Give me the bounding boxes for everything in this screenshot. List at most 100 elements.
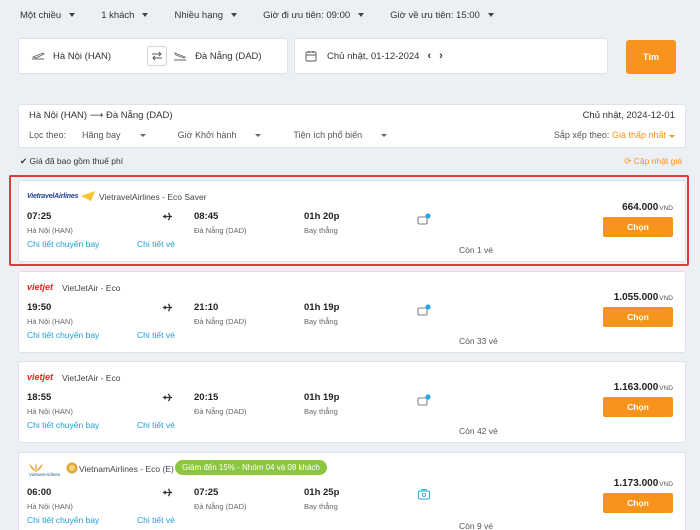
flight-duration: 01h 25p <box>304 487 340 498</box>
cabin-select[interactable]: Nhiều hạng <box>174 9 238 21</box>
origin-field[interactable]: Hà Nội (HAN) <box>19 51 111 62</box>
flight-duration: 01h 19p <box>304 302 340 313</box>
arrival-place: Đà Nẵng (DAD) <box>194 407 247 416</box>
arrival-time: 21:10 <box>194 302 219 313</box>
flight-card[interactable]: vietjet VietJetAir - Eco 19:50 Hà Nội (H… <box>18 271 686 353</box>
cabin-label: Nhiều hạng <box>174 9 224 21</box>
choose-button[interactable]: Chọn <box>603 493 673 513</box>
plane-icon <box>162 488 173 497</box>
destination-value: Đà Nẵng (DAD) <box>195 50 262 62</box>
swap-button[interactable] <box>147 46 168 66</box>
departure-place: Hà Nội (HAN) <box>27 407 73 416</box>
price: 1.163.000VND <box>614 382 673 393</box>
passengers-select[interactable]: 1 khách <box>101 9 149 21</box>
results-header: Hà Nội (HAN) ⟶ Đà Nẵng (DAD) Chủ nhật, 2… <box>18 104 686 148</box>
trip-type-select[interactable]: Một chiều <box>20 10 76 21</box>
outbound-time-label: Giờ đi ưu tiên: 09:00 <box>263 9 351 21</box>
results-date: Chủ nhật, 2024-12-01 <box>582 110 675 121</box>
arrival-time: 20:15 <box>194 392 219 403</box>
departure-time: 19:50 <box>27 302 52 313</box>
chevron-down-icon <box>381 134 388 138</box>
chevron-down-icon <box>358 13 365 17</box>
chevron-down-icon <box>139 134 146 138</box>
return-time-label: Giờ về ưu tiên: 15:00 <box>390 9 480 21</box>
airline-name: VietJetAir - Eco <box>62 283 121 293</box>
date-field[interactable]: Chủ nhật, 01-12-2024 ‹ › <box>294 38 608 74</box>
filter-airline[interactable]: Hãng bay <box>82 130 162 140</box>
seats-left: Còn 9 vé <box>459 521 494 530</box>
airline-logo: VietnamAirlines <box>27 462 78 477</box>
luggage-plus-icon <box>417 304 431 316</box>
origin-value: Hà Nội (HAN) <box>53 50 112 62</box>
date-value: Chủ nhật, 01-12-2024 <box>327 50 420 62</box>
price-value: 1.173.000 <box>613 478 659 489</box>
arrival-place: Đà Nẵng (DAD) <box>194 502 247 511</box>
next-date-button[interactable]: › <box>439 50 443 62</box>
airline-logo-text: vietjet <box>27 372 54 382</box>
filter-label: Lọc theo: <box>29 130 67 140</box>
currency: VND <box>659 481 673 488</box>
price-value: 1.163.000 <box>613 382 659 393</box>
search-form: Hà Nội (HAN) Đà Nẵng (DAD) Chủ nhật, 01-… <box>18 38 686 74</box>
tax-note: ✔ Giá đã bao gồm thuế phí <box>20 156 123 167</box>
landing-icon <box>174 52 187 61</box>
departure-place: Hà Nội (HAN) <box>27 502 73 511</box>
flight-card[interactable]: vietjet VietJetAir - Eco 18:55 Hà Nội (H… <box>18 361 686 443</box>
takeoff-icon <box>31 52 45 60</box>
ticket-detail-link[interactable]: Chi tiết vé <box>137 330 175 340</box>
price-value: 1.055.000 <box>613 292 659 303</box>
seats-left: Còn 42 vé <box>459 426 498 436</box>
flight-stops: Bay thẳng <box>304 407 338 416</box>
flight-card[interactable]: VietnamAirlines VietnamAirlines - Eco (E… <box>18 452 686 530</box>
tax-note-text: Giá đã bao gồm thuế phí <box>29 156 124 166</box>
award-badge-icon <box>66 462 78 474</box>
ticket-detail-link[interactable]: Chi tiết vé <box>137 515 175 525</box>
flight-detail-link[interactable]: Chi tiết chuyến bay <box>27 420 99 430</box>
choose-button[interactable]: Chọn <box>603 397 673 417</box>
airline-logo: vietjet <box>27 371 53 383</box>
filter-amenities-label: Tiện ích phổ biến <box>293 130 363 140</box>
search-button[interactable]: Tìm <box>626 40 676 74</box>
airline-logo: vietjet <box>27 281 53 293</box>
check-icon: ✔ <box>20 156 28 166</box>
flight-stops: Bay thẳng <box>304 317 338 326</box>
flight-detail-link[interactable]: Chi tiết chuyến bay <box>27 330 99 340</box>
passengers-label: 1 khách <box>101 9 135 21</box>
refresh-price-link[interactable]: ⟳ Cập nhật giá <box>624 156 682 167</box>
chevron-down-icon <box>255 134 262 138</box>
refresh-icon: ⟳ <box>624 156 632 166</box>
airline-name: VietJetAir - Eco <box>62 373 121 383</box>
promo-badge: Giảm đến 15% - Nhóm 04 và 08 khách <box>175 460 327 475</box>
return-time-select[interactable]: Giờ về ưu tiên: 15:00 <box>390 10 494 21</box>
outbound-time-select[interactable]: Giờ đi ưu tiên: 09:00 <box>263 9 365 21</box>
route-title: Hà Nội (HAN) ⟶ Đà Nẵng (DAD) <box>29 110 173 121</box>
refresh-label: Cập nhật giá <box>633 156 682 166</box>
seats-left: Còn 33 vé <box>459 336 498 346</box>
ticket-detail-link[interactable]: Chi tiết vé <box>137 420 175 430</box>
flight-duration: 01h 19p <box>304 392 340 403</box>
luggage-plus-icon <box>417 394 431 406</box>
sort-label: Sắp xếp theo: <box>553 130 610 140</box>
departure-place: Hà Nội (HAN) <box>27 317 73 326</box>
plane-icon <box>162 303 173 312</box>
price: 1.173.000VND <box>614 478 673 489</box>
swap-icon <box>152 51 163 61</box>
sort-select[interactable]: Sắp xếp theo: Giá thấp nhất <box>554 130 675 140</box>
price: 1.055.000VND <box>614 292 673 303</box>
route-box: Hà Nội (HAN) Đà Nẵng (DAD) <box>18 38 288 74</box>
arrival-time: 07:25 <box>194 487 219 498</box>
selection-highlight <box>9 175 689 266</box>
filter-departure[interactable]: Giờ Khởi hành <box>178 130 278 140</box>
chevron-down-icon <box>69 13 76 17</box>
airline-logo-text: vietjet <box>27 282 54 292</box>
destination-field[interactable]: Đà Nẵng (DAD) <box>171 51 262 62</box>
filter-amenities[interactable]: Tiện ích phổ biến <box>293 130 403 140</box>
sort-value: Giá thấp nhất <box>611 130 666 140</box>
filter-departure-label: Giờ Khởi hành <box>177 130 237 140</box>
choose-button[interactable]: Chọn <box>603 307 673 327</box>
arrival-place: Đà Nẵng (DAD) <box>194 317 247 326</box>
previous-date-button[interactable]: ‹ <box>427 50 431 62</box>
flight-stops: Bay thẳng <box>304 502 338 511</box>
currency: VND <box>659 385 673 392</box>
flight-detail-link[interactable]: Chi tiết chuyến bay <box>27 515 99 525</box>
